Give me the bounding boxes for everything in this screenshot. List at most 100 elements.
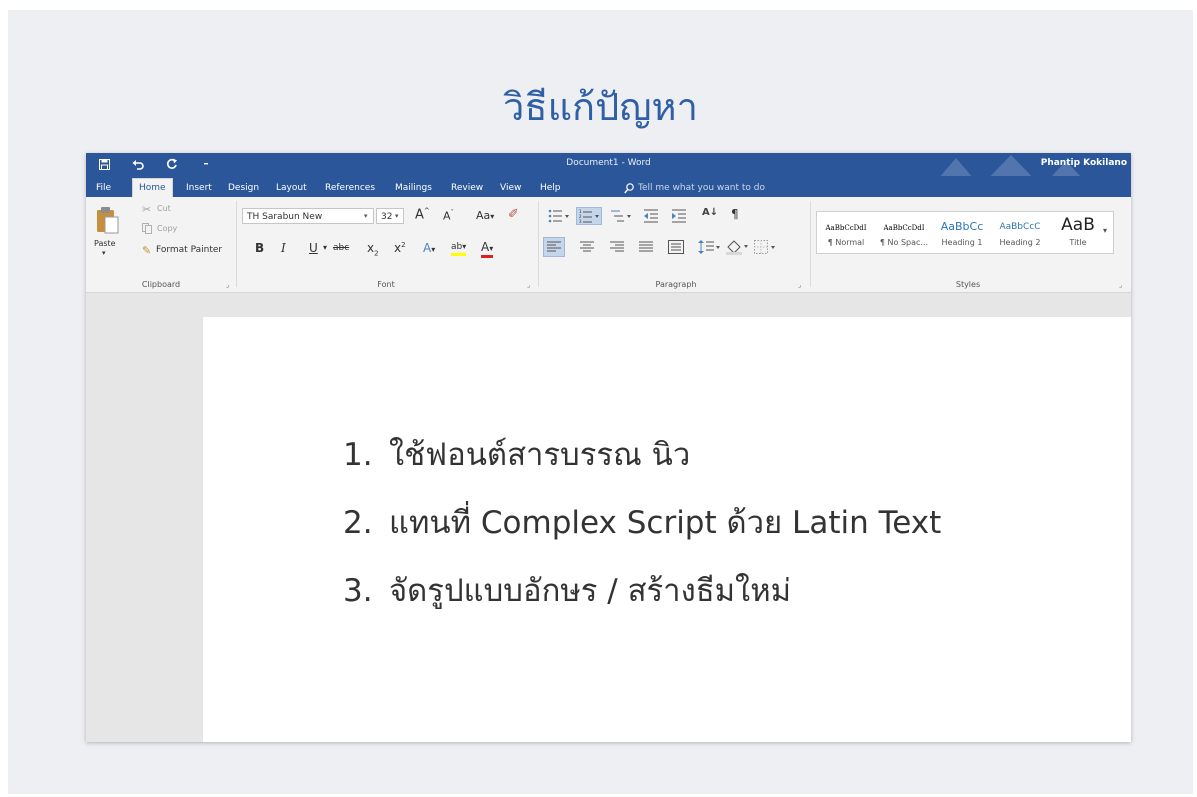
highlight-button[interactable]: ab▾ <box>451 241 467 256</box>
document-page[interactable]: 1. ใช้ฟอนต์สารบรรณ นิว 2. แทนที่ Complex S… <box>203 317 1131 742</box>
grow-font-label: A <box>415 207 424 223</box>
paragraph-launcher-icon[interactable]: ⌟ <box>798 281 801 289</box>
text-effects-button[interactable]: A▾ <box>423 241 435 255</box>
styles-more-icon[interactable]: ▾ <box>1103 226 1107 235</box>
multilevel-list-icon[interactable] <box>610 209 632 223</box>
justify-icon[interactable] <box>639 241 653 253</box>
grow-font-button[interactable]: A^ <box>415 207 430 222</box>
tab-file[interactable]: File <box>90 179 117 197</box>
style-heading-2[interactable]: AaBbCcC Heading 2 <box>991 212 1049 253</box>
change-case-button[interactable]: Aa▾ <box>476 209 494 222</box>
font-color-label: A <box>481 240 490 254</box>
styles-launcher-icon[interactable]: ⌟ <box>1119 281 1122 289</box>
superscript-button[interactable]: x2 <box>394 241 406 255</box>
font-name-combo[interactable]: TH Sarabun New <box>242 208 374 224</box>
paste-dropdown-caret[interactable]: ▾ <box>102 249 106 257</box>
list-item[interactable]: 1. ใช้ฟอนต์สารบรรณ นิว <box>343 429 941 497</box>
tab-layout[interactable]: Layout <box>270 179 313 197</box>
bold-button[interactable]: B <box>255 241 264 255</box>
numbering-button[interactable]: 1 2 3 <box>576 207 602 225</box>
change-case-label: Aa <box>476 209 491 222</box>
subscript-button[interactable]: x2 <box>367 241 379 257</box>
tab-review[interactable]: Review <box>445 179 489 197</box>
align-left-button[interactable] <box>543 237 565 257</box>
increase-indent-icon[interactable] <box>672 209 686 223</box>
tab-view[interactable]: View <box>494 179 527 197</box>
shading-icon[interactable] <box>726 239 748 255</box>
shrink-font-button[interactable]: Aˇ <box>443 209 454 223</box>
style-heading-1-name: Heading 1 <box>941 238 983 247</box>
scissors-icon: ✂ <box>142 203 152 216</box>
styles-gallery: AaBbCcDdI ¶ Normal AaBbCcDdI ¶ No Spac..… <box>816 211 1114 254</box>
align-center-icon[interactable] <box>580 241 594 253</box>
sort-icon[interactable]: A↓ <box>702 207 718 218</box>
list-item-number: 2. <box>343 505 373 541</box>
paragraph-group-label: Paragraph <box>655 280 697 289</box>
tab-mailings[interactable]: Mailings <box>389 179 438 197</box>
user-name[interactable]: Phantip Kokilano <box>1041 158 1127 168</box>
strikethrough-button[interactable]: abc <box>333 243 349 253</box>
style-title[interactable]: AaB Title <box>1049 212 1107 253</box>
style-no-spacing-sample: AaBbCcDdI <box>883 224 925 232</box>
numbering-icon: 1 2 3 <box>579 209 599 223</box>
tab-home[interactable]: Home <box>132 178 173 198</box>
highlight-label: ab <box>451 242 463 252</box>
underline-button[interactable]: U <box>309 241 318 255</box>
paste-button[interactable]: Paste ▾ <box>92 203 122 263</box>
list-item[interactable]: 3. จัดรูปแบบอักษร / สร้างธีมใหม่ <box>343 565 941 633</box>
document-title: Document1 - Word <box>566 158 651 168</box>
list-item-number: 1. <box>343 437 373 473</box>
group-divider <box>236 201 237 287</box>
cut-label: Cut <box>157 204 171 213</box>
styles-group-label: Styles <box>955 280 981 289</box>
copy-label: Copy <box>157 224 178 233</box>
title-bar: Document1 - Word Phantip Kokilano <box>86 153 1131 193</box>
format-painter-label: Format Painter <box>156 245 223 255</box>
line-spacing-icon[interactable] <box>698 240 720 254</box>
bullets-icon[interactable] <box>548 209 570 223</box>
distributed-icon[interactable] <box>668 240 684 254</box>
clipboard-group-label: Clipboard <box>141 280 181 289</box>
style-heading-2-name: Heading 2 <box>999 238 1041 247</box>
decrease-indent-icon[interactable] <box>644 209 658 223</box>
italic-button[interactable]: I <box>281 241 286 255</box>
slide-title: วิธีแก้ปัญหา <box>503 85 698 129</box>
show-formatting-button[interactable]: ¶ <box>731 207 739 221</box>
style-heading-1[interactable]: AaBbCc Heading 1 <box>933 212 991 253</box>
underline-caret[interactable]: ▾ <box>323 243 327 252</box>
style-no-spacing-name: ¶ No Spac... <box>879 238 929 247</box>
style-no-spacing[interactable]: AaBbCcDdI ¶ No Spac... <box>875 212 933 253</box>
font-launcher-icon[interactable]: ⌟ <box>527 281 530 289</box>
lightbulb-icon <box>624 182 634 193</box>
ribbon-tabs: File Home Insert Design Layout Reference… <box>86 176 1131 198</box>
ribbon: Paste ▾ ✂ Cut Copy ✎ Format Painter Clip… <box>86 197 1131 293</box>
font-name-caret[interactable]: ▾ <box>364 212 368 220</box>
style-normal-sample: AaBbCcDdI <box>825 224 867 232</box>
list-item-text: จัดรูปแบบอักษร / สร้างธีมใหม่ <box>389 573 792 609</box>
tell-me-box[interactable]: Tell me what you want to do <box>624 179 765 197</box>
font-color-button[interactable]: A▾ <box>481 240 494 258</box>
svg-text:3: 3 <box>579 219 582 223</box>
tab-references[interactable]: References <box>319 179 381 197</box>
style-normal[interactable]: AaBbCcDdI ¶ Normal <box>817 212 875 253</box>
clipboard-launcher-icon[interactable]: ⌟ <box>226 281 229 289</box>
font-group-label: Font <box>377 280 395 289</box>
clear-formatting-icon[interactable]: ✐ <box>508 207 519 222</box>
shrink-font-label: A <box>443 209 451 223</box>
style-title-name: Title <box>1069 238 1087 247</box>
group-divider <box>538 201 539 287</box>
tab-design[interactable]: Design <box>222 179 265 197</box>
tell-me-placeholder: Tell me what you want to do <box>638 183 765 193</box>
borders-icon[interactable] <box>754 240 776 254</box>
clipboard-icon <box>97 207 119 234</box>
font-size-caret[interactable]: ▾ <box>395 212 399 220</box>
tab-insert[interactable]: Insert <box>180 179 218 197</box>
style-heading-1-sample: AaBbCc <box>940 220 984 233</box>
list-item-number: 3. <box>343 573 373 609</box>
align-right-icon[interactable] <box>610 241 624 253</box>
word-window: Document1 - Word Phantip Kokilano File H… <box>86 153 1131 742</box>
tab-help[interactable]: Help <box>534 179 567 197</box>
slide: วิธีแก้ปัญหา Document1 - Word Phantip Ko… <box>8 10 1193 794</box>
list-item[interactable]: 2. แทนที่ Complex Script ด้วย Latin Text <box>343 497 941 565</box>
font-size-combo[interactable]: 32 <box>376 208 404 224</box>
